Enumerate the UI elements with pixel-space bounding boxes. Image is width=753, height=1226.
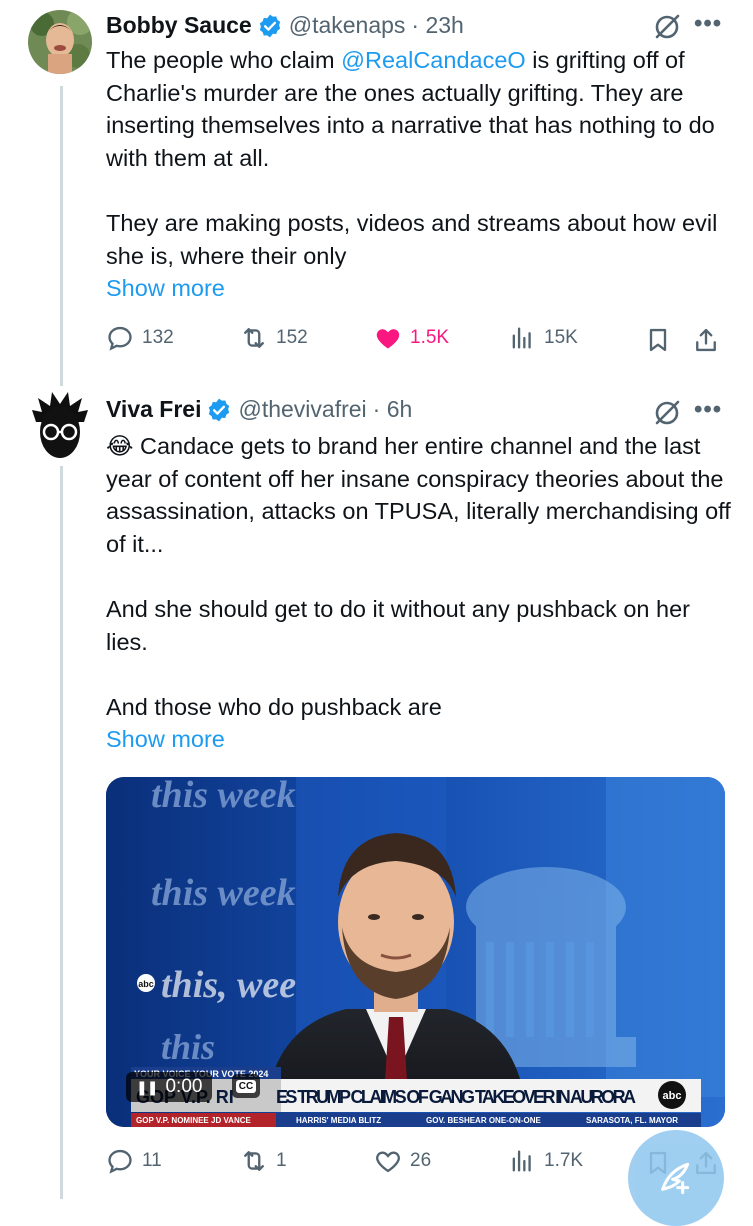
like-count: 26 xyxy=(410,1150,432,1171)
laughing-emoji-icon: 😂 xyxy=(106,433,134,459)
avatar[interactable] xyxy=(28,10,92,74)
show-more-link[interactable]: Show more xyxy=(106,272,731,305)
tweet-bobby-sauce[interactable]: Bobby Sauce @takenaps · 23h ••• The peop… xyxy=(0,0,753,390)
repost-icon xyxy=(244,1151,264,1171)
more-options-icon[interactable]: ••• xyxy=(694,396,722,424)
reply-button[interactable]: 11 xyxy=(106,1147,162,1175)
display-name[interactable]: Viva Frei xyxy=(106,396,201,423)
heart-filled-icon xyxy=(376,329,400,349)
user-handle[interactable]: @thevivafrei xyxy=(238,396,366,423)
ticker-item: SARASOTA, FL. MAYOR xyxy=(586,1116,678,1125)
action-bar: 132 152 1.5K 15K xyxy=(106,324,726,358)
bg-logo-text: this week xyxy=(151,872,296,914)
views-count: 15K xyxy=(544,327,578,348)
cc-label: CC xyxy=(235,1079,257,1093)
tweet-header: Bobby Sauce @takenaps · 23h xyxy=(106,12,464,39)
bg-logo-text: this xyxy=(161,1027,215,1067)
bookmark-icon[interactable] xyxy=(644,326,672,354)
ticker-item: GOV. BESHEAR ONE-ON-ONE xyxy=(426,1116,541,1125)
network-logo: abc xyxy=(663,1090,682,1102)
like-button[interactable]: 1.5K xyxy=(374,324,449,352)
tweet-viva-frei[interactable]: Viva Frei @thevivafrei · 6h ••• 😂 Candac… xyxy=(0,390,753,1199)
ticker-item: HARRIS' MEDIA BLITZ xyxy=(296,1116,381,1125)
views-chart-icon xyxy=(512,327,531,349)
grok-icon[interactable] xyxy=(652,398,682,428)
bg-logo-text: this, wee xyxy=(161,964,296,1006)
more-options-icon[interactable]: ••• xyxy=(694,10,722,38)
ticker-item: GOP V.P. NOMINEE JD VANCE xyxy=(136,1116,252,1125)
verified-badge-icon[interactable] xyxy=(257,13,283,39)
like-count: 1.5K xyxy=(410,327,450,348)
chyron-headline: ES TRUMP CLAIMS OF GANG TAKEOVER IN AURO… xyxy=(276,1087,636,1107)
repost-icon xyxy=(244,328,264,348)
verified-badge-icon[interactable] xyxy=(206,397,232,423)
repost-button[interactable]: 152 xyxy=(240,324,308,352)
tweet-text-paragraph: And she should get to do it without any … xyxy=(106,595,690,655)
user-handle[interactable]: @takenaps xyxy=(289,12,406,39)
reply-icon xyxy=(108,1149,132,1174)
video-player[interactable]: this week this week this, wee this abc Y… xyxy=(106,777,725,1127)
video-time: 0:00 xyxy=(165,1076,203,1097)
reply-button[interactable]: 132 xyxy=(106,324,174,352)
views-count: 1.7K xyxy=(544,1150,584,1171)
views-chart-icon xyxy=(512,1150,531,1172)
reply-icon xyxy=(108,326,132,351)
repost-count: 152 xyxy=(276,327,308,348)
compose-button[interactable] xyxy=(628,1130,724,1226)
reply-count: 11 xyxy=(142,1150,162,1171)
views-button[interactable]: 1.7K xyxy=(508,1147,583,1175)
reply-count: 132 xyxy=(142,327,174,348)
tweet-text: 😂 Candace gets to brand her entire chann… xyxy=(106,430,731,756)
heart-outline-icon xyxy=(376,1151,400,1173)
closed-captions-button[interactable]: CC xyxy=(232,1074,260,1098)
video-time-pill[interactable]: ❚❚ 0:00 xyxy=(126,1072,213,1102)
bg-logo-text: this week xyxy=(151,777,296,816)
abc-logo-text: abc xyxy=(138,979,154,989)
tweet-text-paragraph: And those who do pushback are xyxy=(106,693,442,720)
tweet-text-part: The people who claim xyxy=(106,47,342,73)
tweet-text: The people who claim @RealCandaceO is gr… xyxy=(106,44,731,305)
grok-icon[interactable] xyxy=(652,12,682,42)
tweet-header: Viva Frei @thevivafrei · 6h xyxy=(106,396,412,423)
mention-link[interactable]: @RealCandaceO xyxy=(341,47,526,73)
views-button[interactable]: 15K xyxy=(508,324,578,352)
repost-count: 1 xyxy=(276,1150,287,1171)
tweet-text-paragraph: They are making posts, videos and stream… xyxy=(106,209,718,269)
tweet-timestamp[interactable]: · 6h xyxy=(373,396,413,423)
like-button[interactable]: 26 xyxy=(374,1147,431,1175)
pause-icon[interactable]: ❚❚ xyxy=(136,1079,158,1096)
tweet-text-part: Candace gets to brand her entire channel… xyxy=(106,433,731,557)
show-more-link[interactable]: Show more xyxy=(106,723,731,756)
compose-feather-icon xyxy=(661,1162,690,1195)
repost-button[interactable]: 1 xyxy=(240,1147,287,1175)
avatar[interactable] xyxy=(30,392,90,462)
display-name[interactable]: Bobby Sauce xyxy=(106,12,252,39)
tweet-timestamp[interactable]: · 23h xyxy=(411,12,463,39)
share-icon[interactable] xyxy=(692,326,720,354)
